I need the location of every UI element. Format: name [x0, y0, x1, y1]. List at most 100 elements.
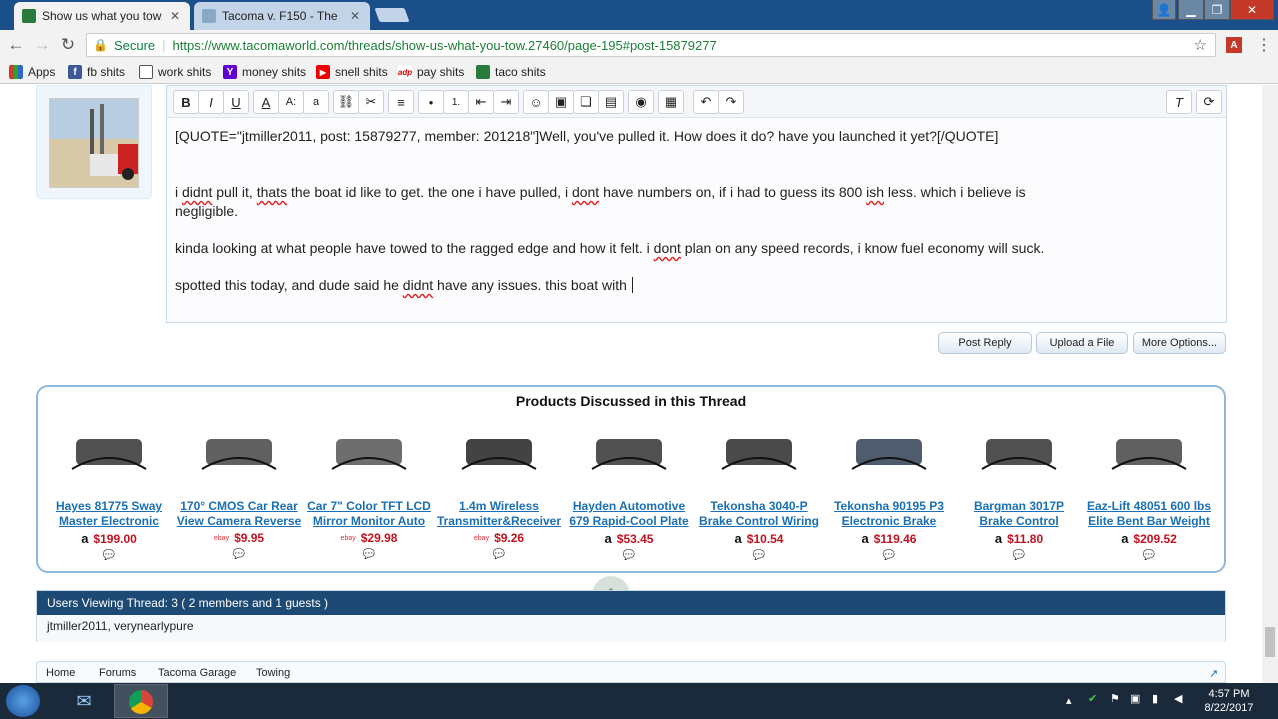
breadcrumb-forums[interactable]: Forums [99, 667, 136, 679]
bookmark-fb[interactable]: f fb shits [68, 63, 125, 81]
product-name-link[interactable]: 1.4m Wireless Transmitter&Receiver [436, 499, 562, 529]
tab-show-us-what-you-tow[interactable]: Show us what you tow. | ✕ [14, 2, 190, 30]
scrollbar-thumb[interactable] [1265, 627, 1275, 657]
product-image[interactable] [196, 425, 282, 470]
bookmark-pay[interactable]: adp pay shits [398, 63, 464, 81]
comment-icon[interactable]: 💬 [306, 549, 432, 560]
start-button-icon[interactable] [6, 685, 40, 717]
product-name-link[interactable]: Tekonsha 90195 P3 Electronic Brake [826, 499, 952, 529]
comment-icon[interactable]: 💬 [696, 550, 822, 561]
close-tab-icon[interactable]: ✕ [168, 9, 182, 23]
bold-icon[interactable]: B [173, 90, 199, 114]
redo-icon[interactable]: ↷ [718, 90, 744, 114]
reload-icon[interactable]: ↻ [57, 34, 79, 56]
breadcrumb-tacoma-garage[interactable]: Tacoma Garage [158, 667, 236, 679]
product-name-link[interactable]: Hayes 81775 Sway Master Electronic [46, 499, 172, 529]
bookmark-star-icon[interactable]: ☆ [1194, 36, 1207, 54]
bookmark-work[interactable]: work shits [139, 63, 211, 81]
product-name-link[interactable]: Car 7" Color TFT LCD Mirror Monitor Auto [306, 499, 432, 529]
link-icon[interactable]: ⛓ [333, 90, 359, 114]
product-name-link[interactable]: Eaz-Lift 48051 600 lbs Elite Bent Bar We… [1086, 499, 1212, 529]
italic-icon[interactable]: I [198, 90, 224, 114]
insert-icon[interactable]: ▤ [598, 90, 624, 114]
back-icon[interactable]: ← [5, 34, 27, 56]
close-tab-icon[interactable]: ✕ [348, 9, 362, 23]
comment-icon[interactable]: 💬 [1086, 550, 1212, 561]
product-item[interactable]: Hayden Automotive 679 Rapid-Cool Plate a $… [566, 425, 692, 561]
product-item[interactable]: 1.4m Wireless Transmitter&Receiver ebay $9… [436, 425, 562, 560]
font-color-icon[interactable]: A [253, 90, 279, 114]
underline-icon[interactable]: U [223, 90, 249, 114]
more-options-button[interactable]: More Options... [1133, 332, 1226, 354]
maximize-icon[interactable]: ❐ [1204, 0, 1230, 20]
user-profile-icon[interactable]: 👤 [1152, 0, 1176, 20]
product-image[interactable] [326, 425, 412, 470]
outlook-taskbar-icon[interactable]: ✉ [64, 686, 104, 716]
show-hidden-icons-icon[interactable]: ▴ [1066, 694, 1072, 707]
menu-kebab-icon[interactable]: ⋮ [1256, 35, 1272, 55]
comment-icon[interactable]: 💬 [956, 550, 1082, 561]
device-tray-icon[interactable]: ▣ [1130, 692, 1140, 705]
bookmark-money[interactable]: Y money shits [223, 63, 306, 81]
product-item[interactable]: Eaz-Lift 48051 600 lbs Elite Bent Bar We… [1086, 425, 1212, 561]
sync-tray-icon[interactable]: ✔ [1088, 692, 1097, 705]
minimize-icon[interactable]: ▁ [1178, 0, 1204, 20]
product-image[interactable] [586, 425, 672, 470]
product-image[interactable] [846, 425, 932, 470]
undo-icon[interactable]: ↶ [693, 90, 719, 114]
product-item[interactable]: Tekonsha 3040-P Brake Control Wiring a $10… [696, 425, 822, 561]
post-reply-button[interactable]: Post Reply [938, 332, 1032, 354]
image-icon[interactable]: ▣ [548, 90, 574, 114]
save-draft-icon[interactable]: ▦ [658, 90, 684, 114]
bookmark-snell[interactable]: ▶ snell shits [316, 63, 388, 81]
bullet-list-icon[interactable]: • [418, 90, 444, 114]
product-name-link[interactable]: Bargman 3017P Brake Control Adapter [956, 499, 1082, 529]
remove-format-icon[interactable]: T [1166, 90, 1192, 114]
camera-icon[interactable]: ◉ [628, 90, 654, 114]
breadcrumb-towing[interactable]: Towing [256, 667, 290, 679]
pdf-extension-icon[interactable]: A [1226, 37, 1242, 53]
product-image[interactable] [716, 425, 802, 470]
font-family-icon[interactable]: a [303, 90, 329, 114]
product-image[interactable] [1106, 425, 1192, 470]
external-link-icon[interactable]: ↗ [1209, 667, 1218, 680]
volume-icon[interactable]: ◀ [1174, 692, 1182, 705]
outdent-icon[interactable]: ⇤ [468, 90, 494, 114]
breadcrumb-home[interactable]: Home [46, 667, 75, 679]
tab-tacoma-vs-f150[interactable]: Tacoma v. F150 - The Hu ✕ [194, 2, 370, 30]
product-item[interactable]: Bargman 3017P Brake Control Adapter a $11.… [956, 425, 1082, 561]
flag-tray-icon[interactable]: ⚑ [1110, 692, 1120, 705]
upload-file-button[interactable]: Upload a File [1036, 332, 1128, 354]
comment-icon[interactable]: 💬 [46, 550, 172, 561]
product-item[interactable]: Hayes 81775 Sway Master Electronic a $199.… [46, 425, 172, 561]
smilie-icon[interactable]: ☺ [523, 90, 549, 114]
network-signal-icon[interactable]: ▮ [1152, 692, 1158, 705]
product-image[interactable] [976, 425, 1062, 470]
font-size-icon[interactable]: A: [278, 90, 304, 114]
forward-icon[interactable]: → [31, 34, 53, 56]
reply-editor[interactable]: B I U A A: a ⛓ ✂ ≡ • 1. ⇤ ⇥ ☺ ▣ ❏ ▤ ◉ ▦ … [166, 85, 1227, 323]
product-name-link[interactable]: Tekonsha 3040-P Brake Control Wiring [696, 499, 822, 529]
comment-icon[interactable]: 💬 [176, 549, 302, 560]
bookmark-apps[interactable]: Apps [9, 63, 55, 81]
system-clock[interactable]: 4:57 PM 8/22/2017 [1198, 687, 1260, 715]
product-image[interactable] [66, 425, 152, 470]
product-image[interactable] [456, 425, 542, 470]
unlink-icon[interactable]: ✂ [358, 90, 384, 114]
align-icon[interactable]: ≡ [388, 90, 414, 114]
comment-icon[interactable]: 💬 [826, 550, 952, 561]
product-name-link[interactable]: 170° CMOS Car Rear View Camera Reverse [176, 499, 302, 529]
comment-icon[interactable]: 💬 [436, 549, 562, 560]
close-window-icon[interactable]: ✕ [1230, 0, 1274, 20]
product-item[interactable]: Car 7" Color TFT LCD Mirror Monitor Auto… [306, 425, 432, 560]
product-item[interactable]: 170° CMOS Car Rear View Camera Reverse eb… [176, 425, 302, 560]
chrome-taskbar-button[interactable] [114, 684, 168, 718]
address-bar[interactable]: 🔒 Secure | https://www.tacomaworld.com/t… [86, 33, 1216, 57]
product-name-link[interactable]: Hayden Automotive 679 Rapid-Cool Plate [566, 499, 692, 529]
bookmark-taco[interactable]: taco shits [476, 63, 546, 81]
numbered-list-icon[interactable]: 1. [443, 90, 469, 114]
indent-icon[interactable]: ⇥ [493, 90, 519, 114]
page-scrollbar[interactable] [1262, 85, 1278, 683]
comment-icon[interactable]: 💬 [566, 550, 692, 561]
media-icon[interactable]: ❏ [573, 90, 599, 114]
